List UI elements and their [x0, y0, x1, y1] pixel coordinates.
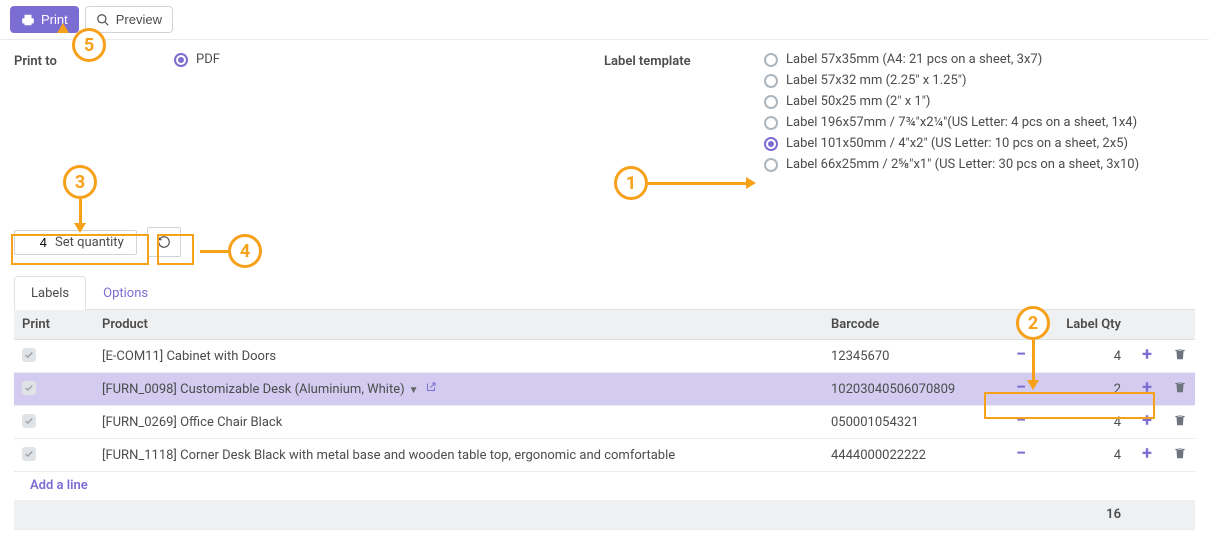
chevron-down-icon[interactable]: ▼ — [409, 385, 419, 396]
tab-labels[interactable]: Labels — [14, 276, 86, 310]
qty-increment[interactable]: + — [1137, 348, 1157, 362]
col-minus — [1003, 310, 1039, 340]
delete-row[interactable] — [1173, 350, 1187, 365]
tabs: Labels Options — [14, 275, 1195, 310]
total-qty: 16 — [1039, 500, 1129, 530]
labels-table: Print Product Barcode Label Qty [E-COM11… — [14, 310, 1195, 530]
template-option-2[interactable]: Label 50x25 mm (2" x 1") — [764, 94, 1195, 109]
print-to-pdf-radio[interactable]: PDF — [174, 52, 604, 67]
preview-button-label: Preview — [116, 12, 162, 27]
qty-cell: 4 — [1039, 340, 1129, 373]
template-option-label: Label 196x57mm / 7¾"x2¼"(US Letter: 4 pc… — [786, 115, 1137, 130]
printer-icon — [21, 13, 35, 27]
col-barcode: Barcode — [823, 310, 1003, 340]
row-checkbox[interactable] — [22, 447, 36, 461]
radio-dot-icon — [764, 53, 778, 67]
delete-row[interactable] — [1173, 449, 1187, 464]
qty-decrement[interactable]: − — [1011, 414, 1031, 428]
delete-row[interactable] — [1173, 416, 1187, 431]
template-option-5[interactable]: Label 66x25mm / 2⅝"x1" (US Letter: 30 pc… — [764, 157, 1195, 172]
radio-dot-icon — [764, 95, 778, 109]
table-row[interactable]: [FURN_0269] Office Chair Black 0500010543… — [14, 406, 1195, 439]
radio-dot-icon — [764, 137, 778, 151]
template-option-4[interactable]: Label 101x50mm / 4"x2" (US Letter: 10 pc… — [764, 136, 1195, 151]
magnifier-icon — [96, 13, 110, 27]
qty-cell: 4 — [1039, 406, 1129, 439]
qty-decrement[interactable]: − — [1011, 348, 1031, 362]
col-delete — [1165, 310, 1195, 340]
template-option-label: Label 57x35mm (A4: 21 pcs on a sheet, 3x… — [786, 52, 1042, 67]
table-row[interactable]: [FURN_1118] Corner Desk Black with metal… — [14, 439, 1195, 472]
template-option-1[interactable]: Label 57x32 mm (2.25" x 1.25") — [764, 73, 1195, 88]
col-product: Product — [94, 310, 823, 340]
preview-button[interactable]: Preview — [85, 6, 173, 33]
qty-increment[interactable]: + — [1137, 447, 1157, 461]
product-cell: [FURN_0098] Customizable Desk (Aluminium… — [102, 382, 405, 397]
table-row[interactable]: [E-COM11] Cabinet with Doors 12345670−4 + — [14, 340, 1195, 373]
print-to-value: PDF — [196, 52, 220, 67]
product-cell: [FURN_1118] Corner Desk Black with metal… — [102, 448, 675, 463]
template-option-label: Label 101x50mm / 4"x2" (US Letter: 10 pc… — [786, 136, 1128, 151]
toolbar: Print Preview — [0, 0, 1209, 40]
table-row[interactable]: [FURN_0098] Customizable Desk (Aluminium… — [14, 373, 1195, 406]
label-template-label: Label template — [604, 52, 764, 172]
external-link-icon[interactable] — [425, 382, 437, 397]
barcode-cell: 050001054321 — [823, 406, 1003, 439]
template-option-label: Label 50x25 mm (2" x 1") — [786, 94, 930, 109]
row-checkbox[interactable] — [22, 381, 36, 395]
template-option-3[interactable]: Label 196x57mm / 7¾"x2¼"(US Letter: 4 pc… — [764, 115, 1195, 130]
template-option-label: Label 66x25mm / 2⅝"x1" (US Letter: 30 pc… — [786, 157, 1139, 172]
barcode-cell: 12345670 — [823, 340, 1003, 373]
radio-dot-icon — [174, 53, 188, 67]
qty-decrement[interactable]: − — [1011, 447, 1031, 461]
add-line-button[interactable]: Add a line — [22, 478, 88, 493]
qty-cell: 4 — [1039, 439, 1129, 472]
tab-options[interactable]: Options — [86, 276, 165, 310]
product-cell: [FURN_0269] Office Chair Black — [102, 415, 282, 430]
qty-increment[interactable]: + — [1137, 414, 1157, 428]
barcode-cell: 10203040506070809 — [823, 373, 1003, 406]
set-quantity-button[interactable]: Set quantity — [55, 235, 124, 250]
delete-row[interactable] — [1173, 383, 1187, 398]
label-template-options: Label 57x35mm (A4: 21 pcs on a sheet, 3x… — [764, 52, 1195, 172]
reset-button[interactable] — [147, 227, 181, 257]
qty-increment[interactable]: + — [1137, 381, 1157, 395]
print-button-label: Print — [41, 12, 68, 27]
col-print: Print — [14, 310, 94, 340]
radio-dot-icon — [764, 116, 778, 130]
col-qty: Label Qty — [1039, 310, 1129, 340]
qty-cell: 2 — [1039, 373, 1129, 406]
row-checkbox[interactable] — [22, 414, 36, 428]
barcode-cell: 4444000022222 — [823, 439, 1003, 472]
print-button[interactable]: Print — [10, 6, 79, 33]
print-to-label: Print to — [14, 52, 174, 172]
quantity-input[interactable] — [19, 235, 55, 250]
undo-icon — [157, 235, 171, 249]
qty-decrement[interactable]: − — [1011, 381, 1031, 395]
radio-dot-icon — [764, 158, 778, 172]
product-cell: [E-COM11] Cabinet with Doors — [102, 349, 276, 364]
set-quantity-group: Set quantity — [14, 230, 137, 255]
radio-dot-icon — [764, 74, 778, 88]
template-option-0[interactable]: Label 57x35mm (A4: 21 pcs on a sheet, 3x… — [764, 52, 1195, 67]
row-checkbox[interactable] — [22, 348, 36, 362]
template-option-label: Label 57x32 mm (2.25" x 1.25") — [786, 73, 966, 88]
col-plus — [1129, 310, 1165, 340]
